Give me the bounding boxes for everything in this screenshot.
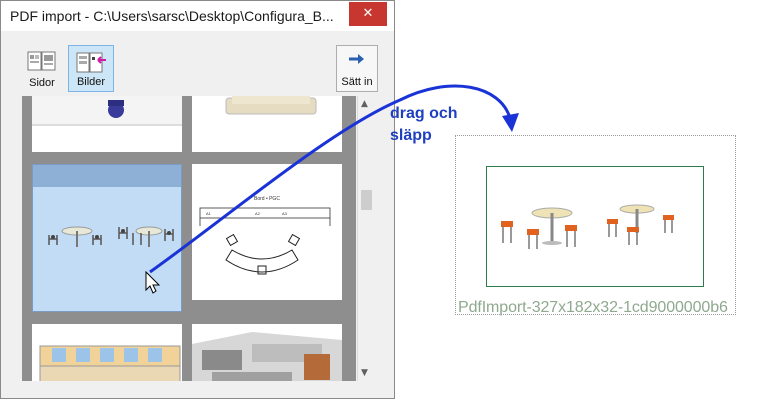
mouse-cursor-icon bbox=[145, 270, 161, 294]
drag-arrow-icon bbox=[149, 84, 512, 274]
drag-arrow-head bbox=[502, 113, 519, 132]
drag-overlay bbox=[145, 84, 519, 294]
